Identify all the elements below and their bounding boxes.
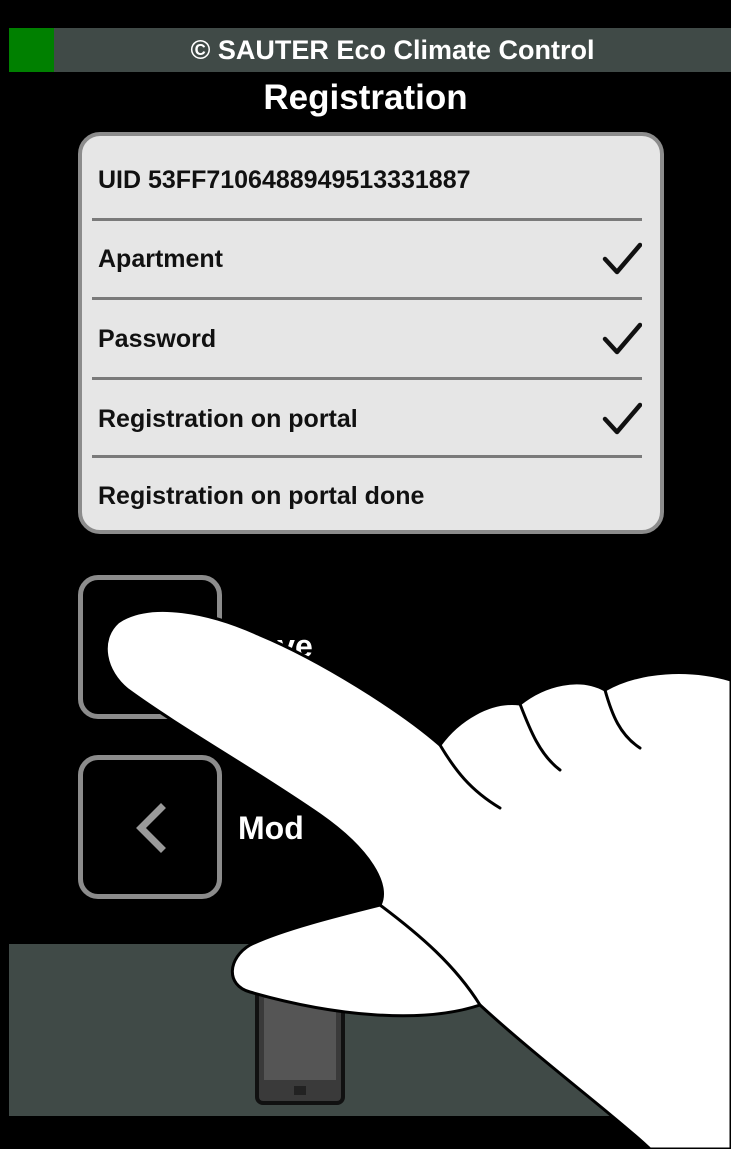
uid-row: UID 53FF7106488949513331887 [92,140,642,220]
row-label: Password [98,325,217,353]
header-bar: © SAUTER Eco Climate Control [9,28,731,72]
page-title: Registration [263,78,468,117]
panel-row-portal-done[interactable]: Registration on portal done [92,456,642,530]
row-label: Registration on portal [98,405,358,433]
row-label: Apartment [98,245,224,273]
save-button[interactable] [78,575,222,719]
panel-row-password[interactable]: Password [92,299,642,379]
screen: © SAUTER Eco Climate Control Registratio… [0,0,731,1149]
save-label: Save [238,628,313,664]
registration-status-panel: UID 53FF7106488949513331887 Apartment Pa… [78,132,664,534]
check-icon [602,242,642,275]
confirm-button[interactable] [596,836,731,972]
mode-label: Mod [238,810,304,846]
confirm-check-icon [629,885,701,926]
status-indicator [9,28,54,72]
chevron-left-icon [136,803,166,853]
panel-row-apartment[interactable]: Apartment [92,219,642,299]
back-button[interactable] [78,755,222,899]
panel-row-portal-registration[interactable]: Registration on portal [92,379,642,459]
row-label: Registration on portal done [98,482,425,510]
check-icon [602,322,642,355]
uid-label: UID 53FF7106488949513331887 [98,166,471,194]
check-icon [602,402,642,435]
app-title: © SAUTER Eco Climate Control [190,35,595,65]
smartphone-icon[interactable] [254,984,346,1106]
